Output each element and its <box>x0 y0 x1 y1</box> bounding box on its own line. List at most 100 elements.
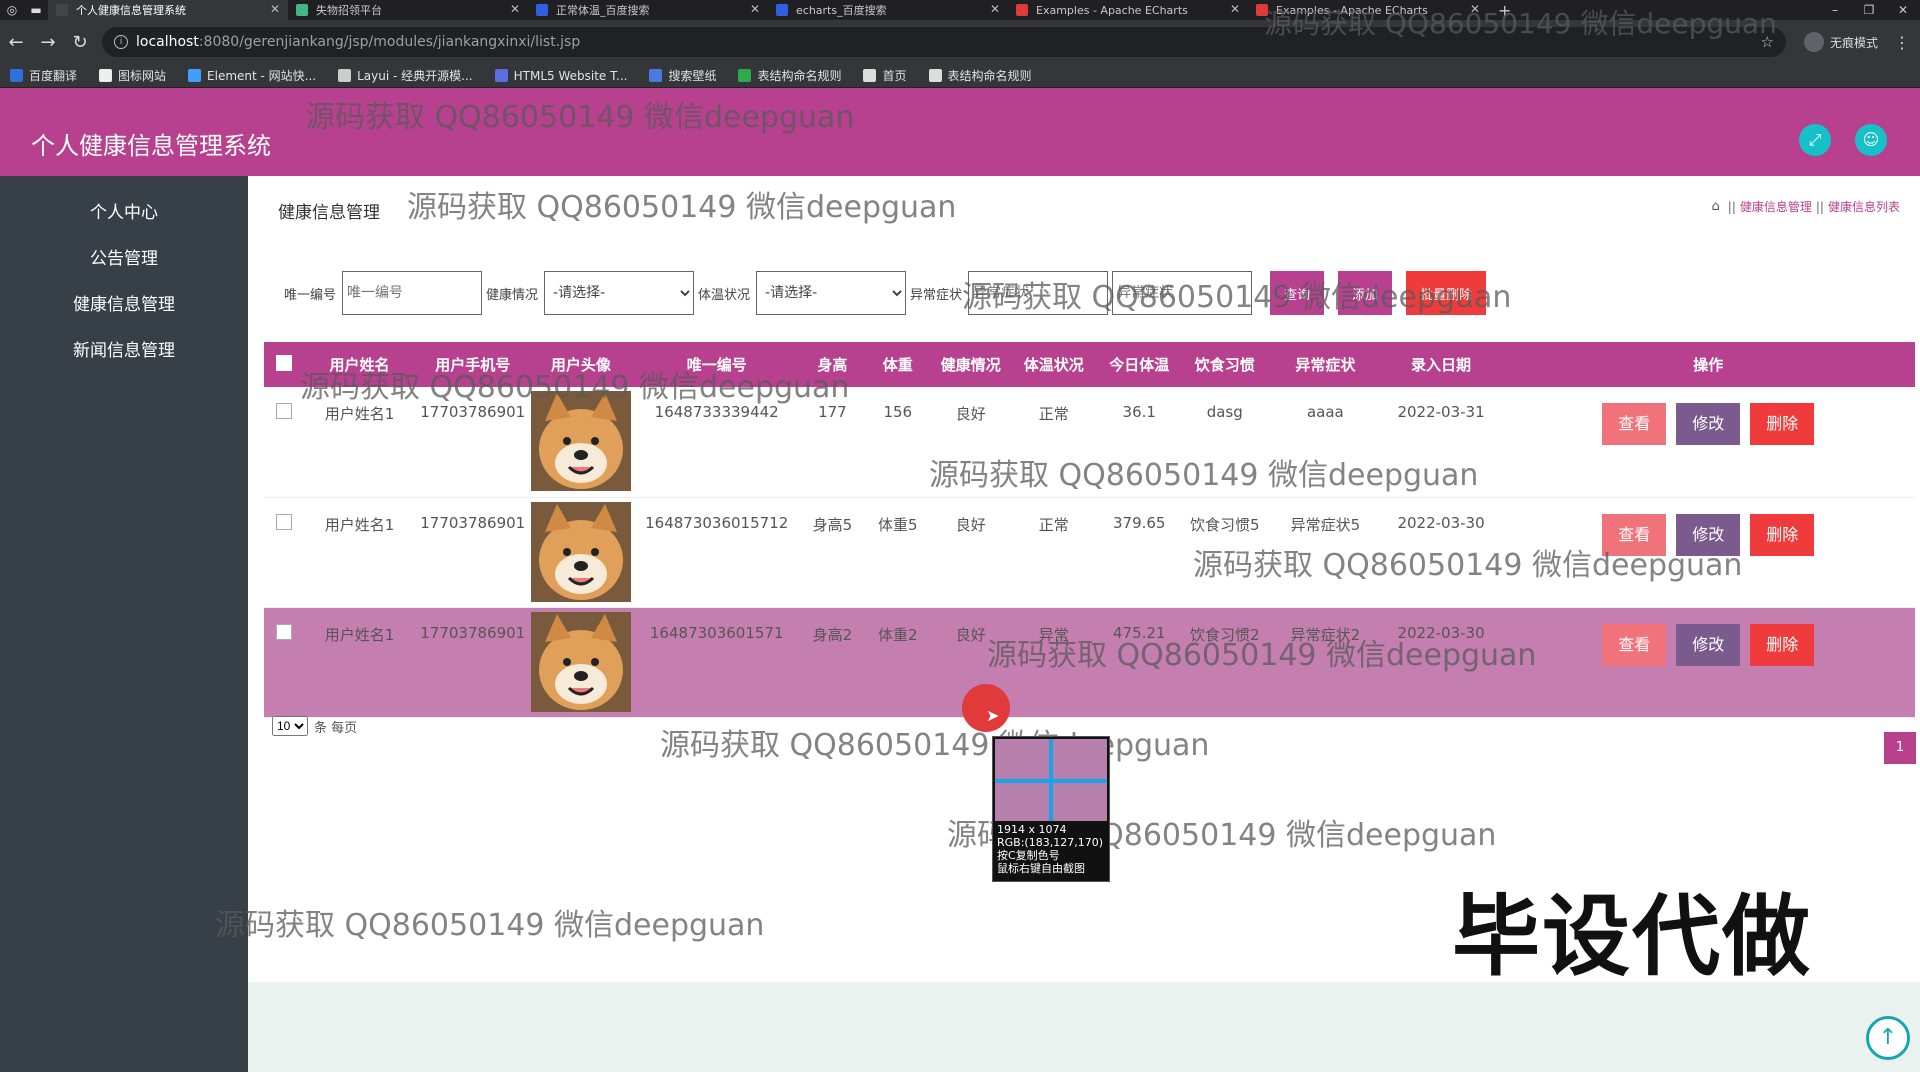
close-window-icon[interactable]: ✕ <box>1886 0 1920 20</box>
row-checkbox[interactable] <box>276 403 293 419</box>
bookmark-item[interactable]: 首页 <box>863 67 907 84</box>
bookmark-item[interactable]: Layui - 经典开源模... <box>338 67 473 84</box>
sidebar: 个人中心 公告管理 健康信息管理 新闻信息管理 <box>0 176 248 1072</box>
health-select[interactable]: -请选择- <box>544 271 695 315</box>
browser-tab[interactable]: 个人健康信息管理系统 ✕ <box>48 0 288 20</box>
cell-diet: 饮食习惯2 <box>1189 625 1260 644</box>
bookmark-icon <box>738 69 752 82</box>
cell-health: 良好 <box>955 405 986 423</box>
edit-button[interactable]: 修改 <box>1676 513 1741 556</box>
cell-height: 177 <box>818 403 847 421</box>
symptom-search-input[interactable] <box>968 271 1109 315</box>
breadcrumb-health-management[interactable]: 健康信息管理 <box>1740 198 1812 215</box>
column-header: 唯一编号 <box>686 356 747 374</box>
browser-tab[interactable]: 失物招领平台 ✕ <box>288 0 528 20</box>
window-icon[interactable]: ▬ <box>24 0 48 20</box>
row-select-cell[interactable] <box>264 497 304 607</box>
restore-icon[interactable]: ❐ <box>1852 0 1886 20</box>
sidebar-item-health-info[interactable]: 健康信息管理 <box>0 282 248 328</box>
tab-favicon-icon <box>1016 4 1028 16</box>
select-all-checkbox[interactable] <box>276 354 293 371</box>
tab-close-icon[interactable]: ✕ <box>1230 2 1240 16</box>
cell-date: 2022-03-30 <box>1397 623 1485 642</box>
select-all-cell[interactable] <box>264 342 304 387</box>
breadcrumb: ⌂ || 健康信息管理 || 健康信息列表 <box>1712 198 1900 215</box>
sidebar-item-news[interactable]: 新闻信息管理 <box>0 328 248 374</box>
tab-close-icon[interactable]: ✕ <box>1470 2 1480 16</box>
bookmark-item[interactable]: 表结构命名规则 <box>738 67 841 84</box>
forward-icon[interactable]: → <box>32 32 64 53</box>
bookmark-item[interactable]: 表结构命名规则 <box>928 67 1032 84</box>
table-row[interactable]: 用户姓名1 17703786901 16487303601571 身高2 体重2 良好 异常… <box>264 607 1915 717</box>
tab-close-icon[interactable]: ✕ <box>750 2 760 16</box>
browser-tab[interactable]: echarts_百度搜索 ✕ <box>768 0 1008 20</box>
tab-close-icon[interactable]: ✕ <box>510 2 520 16</box>
row-select-cell[interactable] <box>264 607 304 717</box>
view-button[interactable]: 查看 <box>1602 513 1667 556</box>
browser-tab[interactable]: 正常体温_百度搜索 ✕ <box>528 0 768 20</box>
color-picker-tooltip: 1914 x 1074 RGB:(183,127,170) 按C复制色号 鼠标右… <box>992 736 1110 882</box>
page-number-button[interactable]: 1 <box>1884 732 1916 764</box>
bookmark-item[interactable]: Element - 网站快... <box>188 67 316 84</box>
tab-label: Examples - Apache ECharts <box>1276 3 1428 17</box>
delete-button[interactable]: 删除 <box>1750 513 1815 556</box>
new-tab-button[interactable]: + <box>1488 1 1521 20</box>
browser-tab[interactable]: Examples - Apache ECharts ✕ <box>1248 0 1488 20</box>
back-icon[interactable]: ← <box>0 32 32 53</box>
bookmark-label: 搜索壁纸 <box>668 69 717 83</box>
bookmark-item[interactable]: 百度翻译 <box>10 67 77 84</box>
picker-size: 1914 x 1074 <box>997 823 1067 836</box>
add-button[interactable]: 添加 <box>1338 271 1393 315</box>
edit-button[interactable]: 修改 <box>1676 623 1741 666</box>
user-avatar-icon[interactable]: ☺ <box>1855 124 1887 156</box>
page-size-select[interactable]: 10 <box>272 716 308 736</box>
column-header: 身高 <box>817 356 848 374</box>
extra-search-input[interactable] <box>1112 271 1253 315</box>
home-icon[interactable]: ⌂ <box>1712 199 1720 214</box>
scroll-to-top-icon[interactable]: ↑ <box>1866 1016 1910 1060</box>
tab-close-icon[interactable]: ✕ <box>990 2 1000 16</box>
edit-button[interactable]: 修改 <box>1676 403 1741 445</box>
minimize-icon[interactable]: – <box>1818 0 1852 20</box>
row-checkbox[interactable] <box>276 513 293 530</box>
sidebar-item-profile[interactable]: 个人中心 <box>0 190 248 236</box>
site-info-icon[interactable]: i <box>114 35 128 49</box>
view-button[interactable]: 查看 <box>1602 403 1667 445</box>
delete-button[interactable]: 删除 <box>1750 403 1815 445</box>
bookmark-item[interactable]: 图标网站 <box>99 67 166 84</box>
avatar-cell <box>530 387 632 497</box>
sidebar-item-announcements[interactable]: 公告管理 <box>0 236 248 282</box>
browser-menu-icon[interactable]: ◎ <box>0 0 24 20</box>
table-row[interactable]: 用户姓名1 17703786901 164873036015712 身高5 体重5 良好 正… <box>264 497 1915 607</box>
tab-close-icon[interactable]: ✕ <box>270 2 280 16</box>
bookmark-icon <box>188 69 202 82</box>
tab-favicon-icon <box>1256 4 1268 16</box>
bookmark-item[interactable]: HTML5 Website T... <box>494 69 627 83</box>
reload-icon[interactable]: ↻ <box>64 32 96 53</box>
table-row[interactable]: 用户姓名1 17703786901 1648733339442 177 156 良好 正常 3… <box>264 387 1915 497</box>
tab-label: 个人健康信息管理系统 <box>76 4 186 17</box>
incognito-badge[interactable]: 无痕模式 <box>1803 32 1878 52</box>
breadcrumb-separator: || <box>1815 199 1824 214</box>
cell-symptom: 异常症状5 <box>1290 515 1361 534</box>
breadcrumb-health-list[interactable]: 健康信息列表 <box>1828 198 1900 215</box>
id-search-input[interactable] <box>342 271 483 315</box>
browser-tab[interactable]: Examples - Apache ECharts ✕ <box>1008 0 1248 20</box>
temp-status-select[interactable]: -请选择- <box>756 271 907 315</box>
bookmark-icon <box>99 69 113 82</box>
bookmark-item[interactable]: 搜索壁纸 <box>649 67 716 84</box>
cell-code: 1648733339442 <box>654 403 779 421</box>
fullscreen-icon[interactable]: ⤢ <box>1799 124 1831 156</box>
search-button[interactable]: 查询 <box>1270 271 1325 315</box>
delete-button[interactable]: 删除 <box>1750 623 1815 666</box>
tab-favicon-icon <box>296 4 308 16</box>
row-select-cell[interactable] <box>264 387 304 497</box>
view-button[interactable]: 查看 <box>1602 623 1667 666</box>
cell-height: 身高5 <box>812 515 853 534</box>
column-header: 用户头像 <box>550 356 611 374</box>
row-checkbox[interactable] <box>276 623 293 640</box>
url-input[interactable]: i localhost:8080/gerenjiankang/jsp/modul… <box>102 27 1786 57</box>
batch-delete-button[interactable]: 批量删除 <box>1406 271 1487 315</box>
browser-menu-dots-icon[interactable]: ⋮ <box>1894 33 1910 52</box>
bookmark-star-icon[interactable]: ☆ <box>1761 33 1774 51</box>
